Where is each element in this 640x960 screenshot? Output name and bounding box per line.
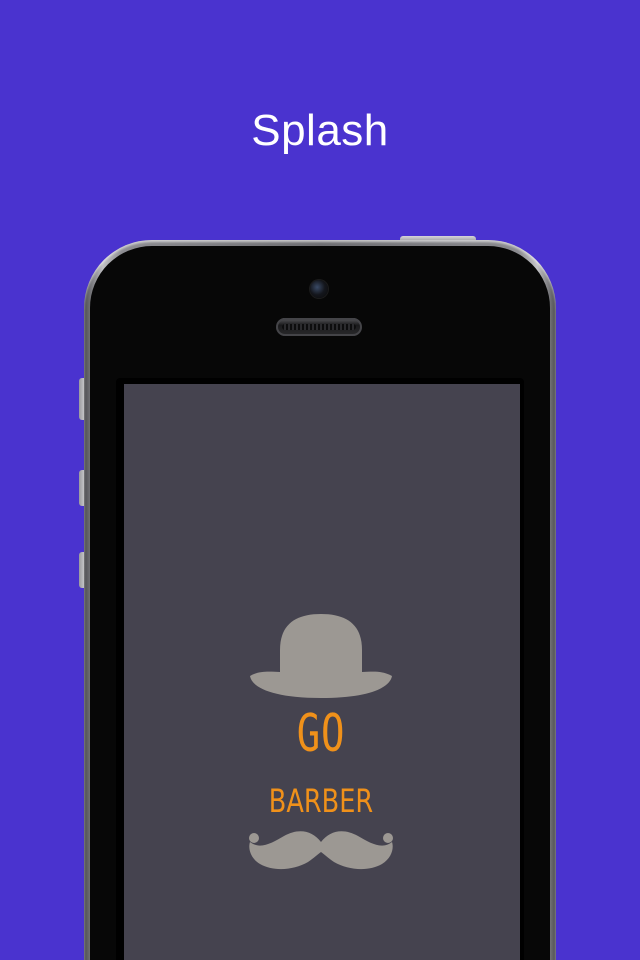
earpiece-speaker [276,318,362,336]
logo-text-go: GO [296,704,346,764]
front-camera-icon [310,280,328,298]
app-logo: GO BARBER [244,610,398,874]
logo-text-barber: BARBER [268,782,374,820]
bowler-hat-icon [250,614,392,698]
mustache-icon [249,831,393,870]
page-title: Splash [251,106,389,155]
